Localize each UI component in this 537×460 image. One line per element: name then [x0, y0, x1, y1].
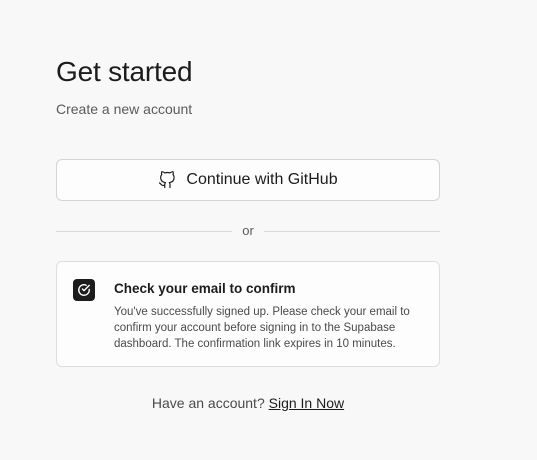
github-icon — [158, 171, 176, 189]
alert-body: You've successfully signed up. Please ch… — [114, 306, 410, 350]
confirmation-alert: Check your email to confirm You've succe… — [56, 261, 440, 367]
divider-line-left — [56, 230, 233, 232]
sign-in-link[interactable]: Sign In Now — [269, 395, 344, 411]
sign-in-prompt: Have an account? Sign In Now — [56, 394, 440, 412]
page-title: Get started — [56, 56, 193, 87]
page-subtitle: Create a new account — [56, 101, 193, 117]
check-circle-icon — [73, 279, 95, 301]
alert-title: Check your email to confirm — [114, 281, 296, 296]
or-divider: or — [56, 222, 440, 240]
divider-text: or — [242, 223, 254, 238]
github-button-label: Continue with GitHub — [186, 171, 338, 188]
divider-line-right — [263, 230, 440, 232]
continue-with-github-button[interactable]: Continue with GitHub — [56, 159, 440, 201]
sign-in-prompt-text: Have an account? — [151, 395, 265, 411]
